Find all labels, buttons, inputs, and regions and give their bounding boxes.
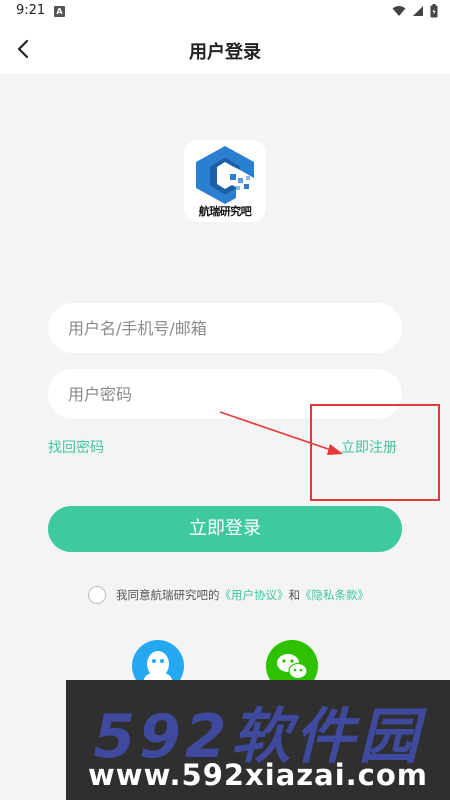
user-agreement-link[interactable]: 《用户协议》 (220, 587, 289, 603)
status-icons (392, 4, 438, 18)
app-logo: 航瑞研究吧 (184, 140, 266, 222)
privacy-link[interactable]: 《隐私条款》 (300, 587, 369, 603)
agreement-and: 和 (288, 588, 301, 602)
forgot-password-link[interactable]: 找回密码 (48, 437, 104, 457)
watermark-url: www.592xiazai.com (87, 758, 429, 792)
agreement-row: 我同意航瑞研究吧的 《用户协议》 和 《隐私条款》 (88, 586, 369, 604)
annotation-box (310, 404, 440, 501)
watermark-banner: 592软件园 www.592xiazai.com (66, 680, 450, 800)
logo-text: 航瑞研究吧 (198, 205, 252, 218)
agreement-prefix: 我同意航瑞研究吧的 (116, 588, 220, 602)
status-bar: 9:21 A (0, 0, 450, 24)
signal-icon (413, 6, 423, 16)
status-time: 9:21 (16, 3, 46, 18)
page-title: 用户登录 (189, 42, 261, 63)
nav-bar: 用户登录 (0, 24, 450, 74)
agreement-checkbox[interactable] (88, 586, 106, 604)
battery-icon (430, 4, 438, 18)
wifi-icon (392, 6, 406, 16)
notification-a-icon: A (54, 6, 65, 17)
username-input[interactable] (48, 303, 402, 353)
login-button[interactable]: 立即登录 (48, 506, 402, 552)
